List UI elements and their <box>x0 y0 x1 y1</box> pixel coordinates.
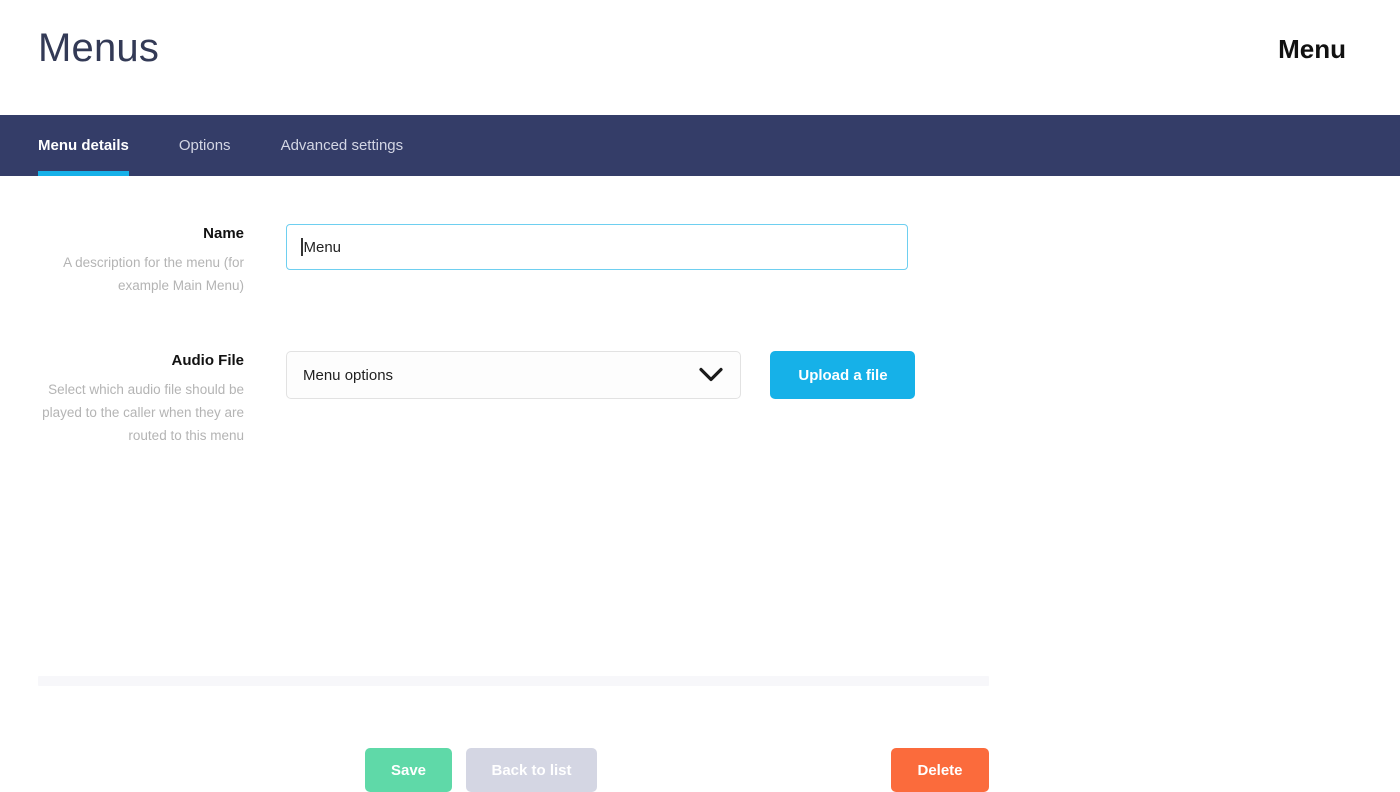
form-actions-right: Delete <box>891 748 989 792</box>
record-title: Menu <box>1278 34 1346 64</box>
tab-options[interactable]: Options <box>179 115 231 176</box>
section-divider <box>38 676 989 686</box>
audio-file-select-value: Menu options <box>303 366 394 384</box>
tab-options-label: Options <box>178 137 231 154</box>
form-actions-left: Save Back to list <box>365 748 597 792</box>
form-actions: Save Back to list Delete <box>0 748 989 792</box>
tab-advanced-settings-label: Advanced settings <box>280 137 404 154</box>
text-caret <box>301 238 303 256</box>
name-input-value: Menu <box>303 238 342 256</box>
audio-file-select-wrap: Menu options <box>286 351 741 399</box>
audio-file-select[interactable]: Menu options <box>286 351 741 399</box>
tab-bar: Menu details Options Advanced settings <box>0 115 1400 176</box>
tab-advanced-settings[interactable]: Advanced settings <box>281 115 404 176</box>
tab-menu-details-label: Menu details <box>38 137 129 154</box>
form-row-audio-file: Audio File Select which audio file shoul… <box>0 351 1400 447</box>
page-header: Menus Menu <box>0 0 1400 115</box>
tab-menu-details[interactable]: Menu details <box>38 115 129 176</box>
menu-details-form: Name A description for the menu (for exa… <box>0 176 1400 792</box>
name-control-column: Menu <box>286 224 1400 270</box>
name-input[interactable]: Menu <box>286 224 908 270</box>
audio-file-label-column: Audio File Select which audio file shoul… <box>0 351 286 447</box>
name-label-column: Name A description for the menu (for exa… <box>0 224 286 297</box>
form-row-name: Name A description for the menu (for exa… <box>0 224 1400 297</box>
delete-button[interactable]: Delete <box>891 748 989 792</box>
row-spacer <box>0 297 1400 351</box>
name-help-text: A description for the menu (for example … <box>63 255 244 293</box>
save-button[interactable]: Save <box>365 748 452 792</box>
page-title: Menus <box>38 26 160 70</box>
name-label: Name <box>203 225 244 242</box>
audio-file-control-column: Menu options Upload a file <box>286 351 1400 399</box>
audio-file-help-text: Select which audio file should be played… <box>42 382 244 443</box>
audio-file-label: Audio File <box>171 352 245 369</box>
upload-file-button[interactable]: Upload a file <box>770 351 916 399</box>
back-to-list-button[interactable]: Back to list <box>466 748 597 792</box>
